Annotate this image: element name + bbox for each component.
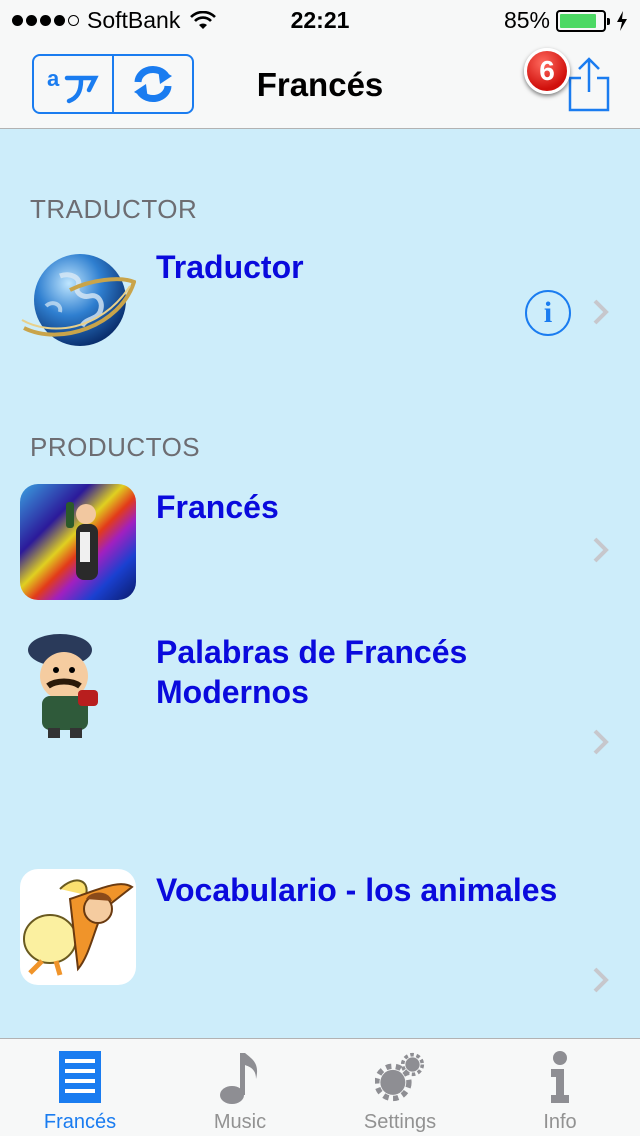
tab-label: Francés [43,1111,117,1133]
share-icon[interactable] [566,56,612,112]
info-icon [535,1049,585,1105]
tab-label: Info [543,1111,577,1133]
section-header-traductor: TRADUCTOR [30,194,198,224]
battery-icon [556,9,610,32]
list-item-traductor[interactable]: Traductor i [0,244,640,364]
chevron-right-icon [593,537,609,563]
row-title: Palabras de Francés Modernos [156,632,467,712]
app-thumbnail-frances [20,484,136,600]
tab-label: Settings [363,1111,437,1133]
chevron-right-icon [593,729,609,755]
row-title: Francés [156,489,279,525]
battery-percent: 85% [503,7,550,33]
globe-icon [21,254,136,346]
row-title: Vocabulario - los animales [156,872,558,908]
charging-bolt-icon [617,10,627,31]
chevron-right-icon [593,967,609,993]
notification-badge: 6 [524,48,570,94]
tab-music[interactable]: Music [160,1039,320,1136]
battery-status: 85% [504,7,628,34]
tab-settings[interactable]: Settings [320,1039,480,1136]
list-item-frances[interactable]: Francés [0,484,640,604]
list-item-vocabulario[interactable]: Vocabulario - los animales [0,868,640,998]
row-title-line2: Modernos [156,674,309,710]
info-icon[interactable]: i [525,290,571,336]
app-thumbnail-palabras [28,634,98,738]
status-bar: SoftBank 22:21 85% [0,0,640,40]
tab-info[interactable]: Info [480,1039,640,1136]
chevron-right-icon [593,299,609,325]
app-thumbnail-vocabulario [20,869,136,985]
navigation-bar: a Francés 6 [0,40,640,129]
list-item-palabras[interactable]: Palabras de Francés Modernos [0,630,640,760]
gears-icon [375,1049,425,1105]
music-note-icon [215,1049,265,1105]
row-title: Traductor [156,249,304,285]
row-title-line1: Palabras de Francés [156,634,468,670]
section-header-productos: PRODUCTOS [30,432,201,462]
battery-level-fill [560,13,596,28]
list-icon [55,1049,105,1105]
tab-bar: Francés Music Settings Info [0,1038,640,1136]
tab-frances[interactable]: Francés [0,1039,160,1136]
tab-label: Music [213,1111,267,1133]
